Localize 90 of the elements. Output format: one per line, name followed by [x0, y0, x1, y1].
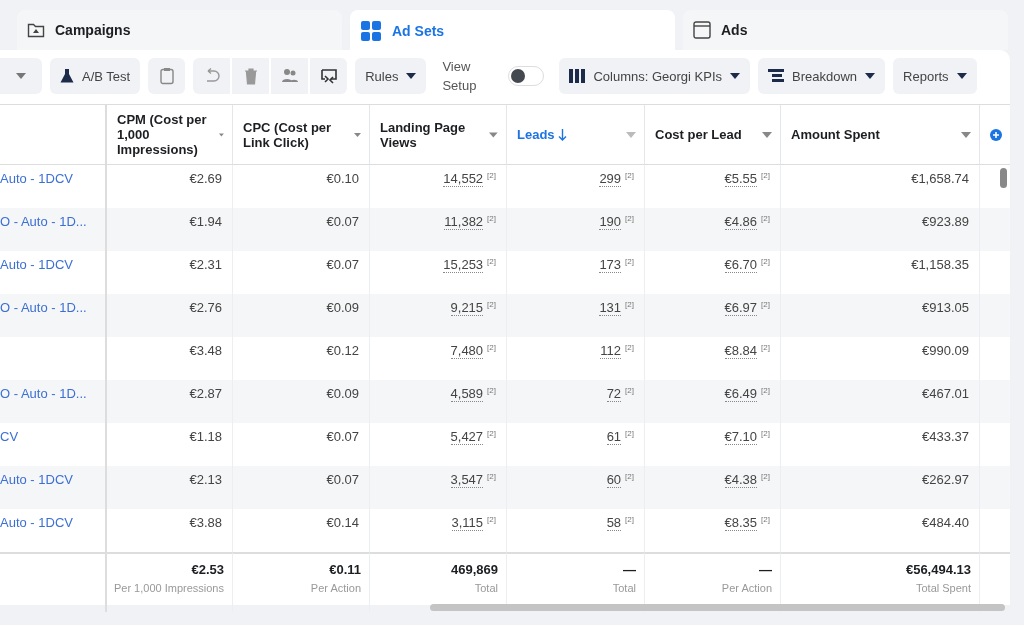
table-cell: €6.49 [2] [645, 380, 781, 423]
caret-icon [489, 131, 498, 138]
total-caption: Per Action [720, 582, 772, 594]
total-caption: Total Spent [914, 582, 971, 594]
tab[interactable]: Ad Sets [350, 10, 675, 51]
ad-set-name-link[interactable]: Auto - 1DCV [0, 171, 73, 186]
total-caption: Per Action [309, 582, 361, 594]
swap-icon [319, 67, 338, 85]
table-cell: €0.07 [233, 208, 370, 251]
tab[interactable]: Ads [683, 10, 1008, 50]
table-cell: 11,382 [2] [370, 208, 507, 251]
ad-set-name-link[interactable]: Auto - 1DCV [0, 257, 73, 272]
icon-button[interactable] [310, 58, 348, 94]
column-header[interactable]: Landing Page Views [370, 105, 507, 165]
table-cell: €0.09 [233, 380, 370, 423]
caret-icon [406, 73, 417, 79]
menu-button[interactable]: Reports [893, 58, 977, 94]
table-cell: €8.35 [2] [645, 509, 781, 552]
total-value: €56,494.13 [904, 562, 971, 577]
table-cell: €484.40 [781, 509, 980, 552]
caret-icon [16, 73, 26, 79]
ad-set-name-link[interactable]: CV [0, 429, 19, 444]
columns-icon [569, 69, 586, 83]
table-cell: €0.09 [233, 294, 370, 337]
table-cell: 190 [2] [507, 208, 645, 251]
table-cell: €2.76 [107, 294, 233, 337]
total-caption: Per 1,000 Impressions [112, 582, 224, 594]
total-value: — [622, 562, 636, 577]
table-cell: 3,115 [2] [370, 509, 507, 552]
total-value: €0.11 [328, 562, 361, 577]
total-caption: Total [473, 582, 498, 594]
table-cell: €913.05 [781, 294, 980, 337]
clipboard-icon [159, 67, 174, 85]
table-cell: €1.94 [107, 208, 233, 251]
caret-icon [762, 131, 772, 138]
menu-button[interactable]: Columns: Georgi KPIs [559, 58, 751, 94]
table-cell: 72 [2] [507, 380, 645, 423]
table-cell: 3,547 [2] [370, 466, 507, 509]
ab-test-button[interactable]: A/B Test [50, 58, 141, 94]
column-header[interactable]: Cost per Lead [645, 105, 781, 165]
folder-icon [27, 22, 45, 38]
caret-icon [353, 131, 361, 138]
caret-icon [626, 131, 636, 138]
column-header[interactable]: Amount Spent [781, 105, 980, 165]
toggle-label: View Setup [442, 58, 478, 95]
trash-icon [243, 67, 258, 85]
table-cell: €2.87 [107, 380, 233, 423]
table-cell: 58 [2] [507, 509, 645, 552]
table-cell: 9,215 [2] [370, 294, 507, 337]
table-cell: €923.89 [781, 208, 980, 251]
table-cell: 60 [2] [507, 466, 645, 509]
total-value: €2.53 [190, 562, 224, 577]
table-cell: €4.86 [2] [645, 208, 781, 251]
caret-icon [865, 73, 876, 79]
table-cell: €2.13 [107, 466, 233, 509]
table-cell: €0.14 [233, 509, 370, 552]
add-column-icon[interactable] [990, 128, 1002, 141]
scrollbar-thumb[interactable] [1000, 168, 1007, 188]
ad-set-name-link[interactable]: Auto - 1DCV [0, 515, 73, 530]
window-icon [693, 21, 711, 39]
menu-button[interactable]: Rules [355, 58, 427, 94]
table-cell: 131 [2] [507, 294, 645, 337]
icon-button[interactable] [148, 58, 186, 94]
caret-icon [730, 73, 741, 79]
table-cell: 4,589 [2] [370, 380, 507, 423]
flask-icon [60, 68, 74, 84]
total-caption: Total [611, 582, 636, 594]
people-icon [280, 68, 299, 84]
caret-icon [219, 131, 224, 138]
menu-button[interactable]: Breakdown [758, 58, 886, 94]
column-header[interactable]: CPM (Cost per 1,000 Impressions) [107, 105, 233, 165]
total-value: 469,869 [450, 562, 498, 577]
toggle-switch[interactable] [508, 66, 545, 86]
table-cell: €467.01 [781, 380, 980, 423]
total-value: — [758, 562, 772, 577]
caret-icon [961, 131, 971, 138]
breakdown-icon [768, 69, 785, 83]
icon-button[interactable] [271, 58, 309, 94]
column-header[interactable]: CPC (Cost per Link Click) [233, 105, 370, 165]
table-cell: €6.97 [2] [645, 294, 781, 337]
column-header[interactable]: Leads [507, 105, 645, 165]
caret-icon [956, 73, 967, 79]
scrollbar-thumb[interactable] [430, 604, 1005, 611]
table-cell: €4.38 [2] [645, 466, 781, 509]
table-cell: €3.88 [107, 509, 233, 552]
sort-arrow-icon [557, 128, 567, 141]
tab[interactable]: Campaigns [17, 10, 342, 50]
table-cell: €262.97 [781, 466, 980, 509]
table-cell: €0.07 [233, 466, 370, 509]
grid-icon [360, 19, 382, 42]
